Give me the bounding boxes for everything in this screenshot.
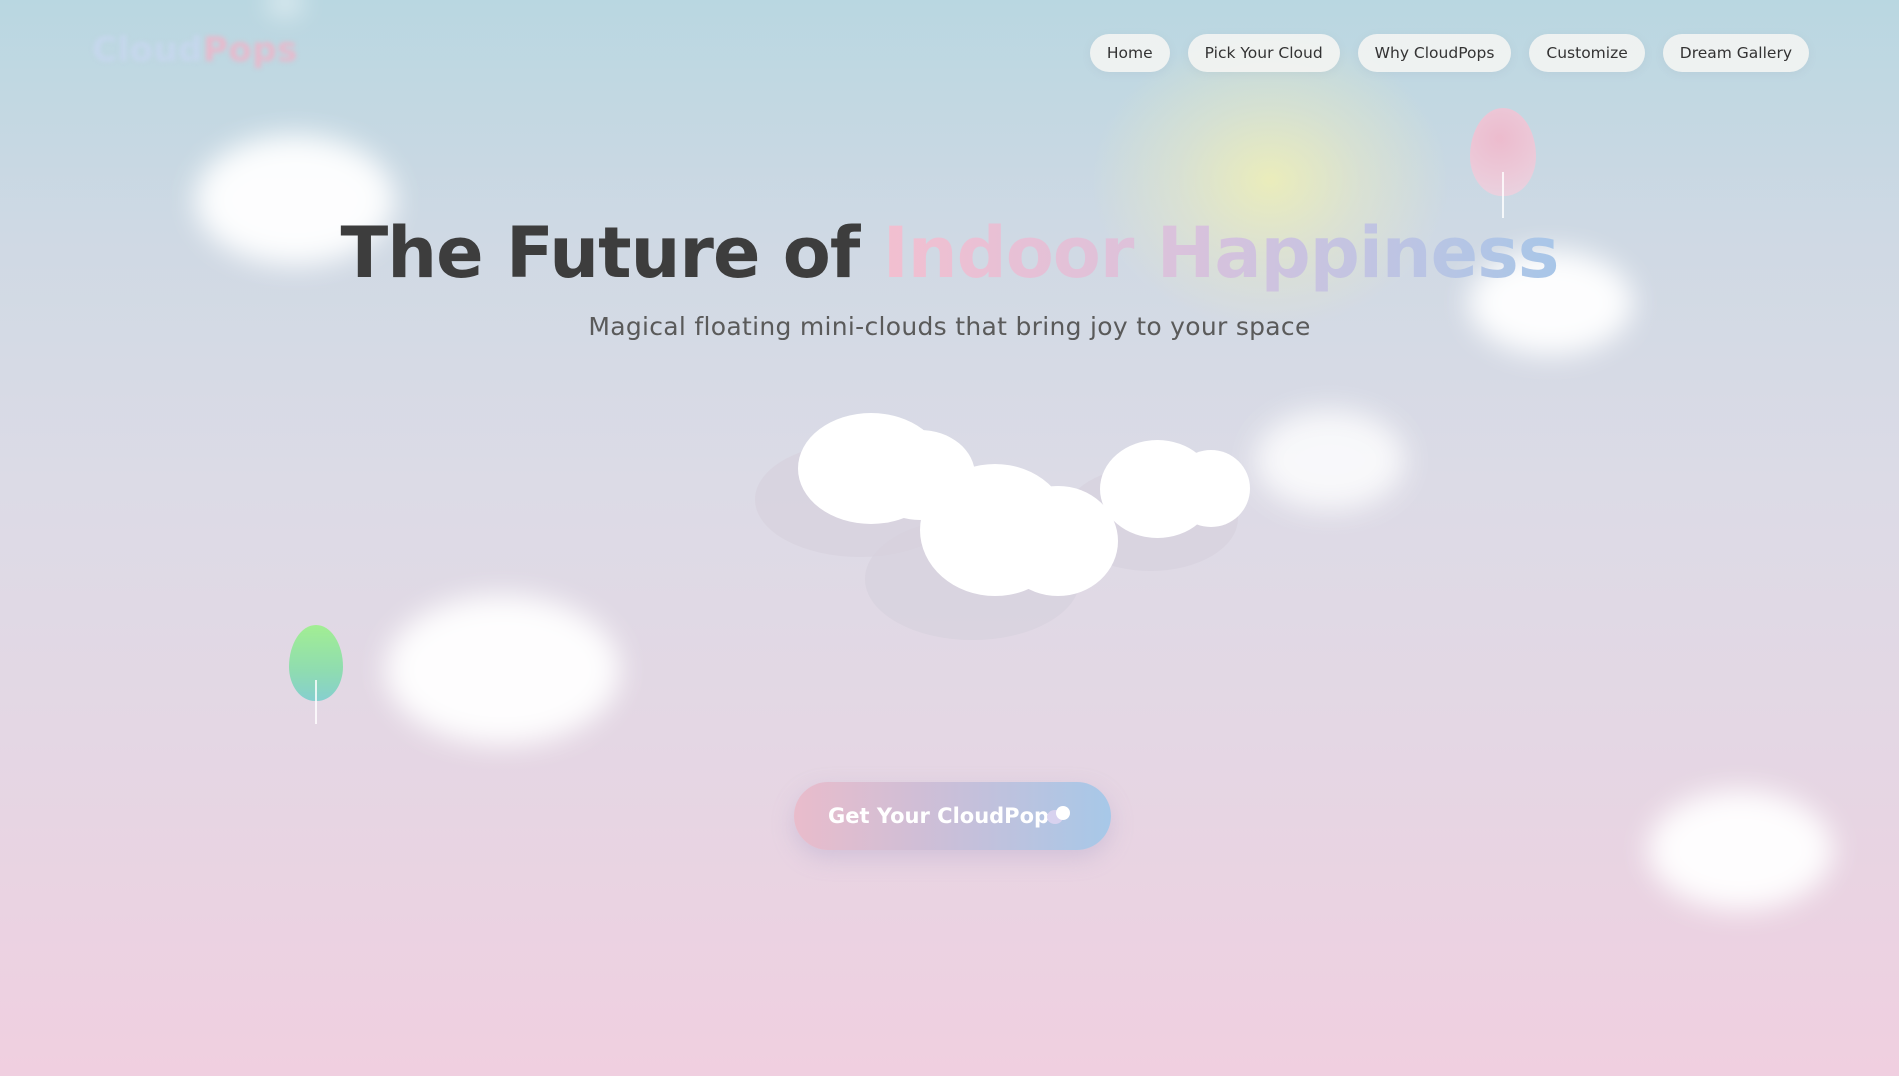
- brand-logo-cloud: Cloud: [92, 30, 204, 70]
- hero-title-highlight: Indoor Happiness: [882, 212, 1560, 294]
- get-your-cloudpop-button[interactable]: Get Your CloudPop: [794, 782, 1111, 850]
- background-cloud: [385, 595, 620, 745]
- brand-logo[interactable]: CloudPops: [92, 30, 298, 70]
- cta-label: Get Your CloudPop: [828, 804, 1050, 828]
- brand-logo-pops: Pops: [203, 30, 298, 70]
- nav-home-link[interactable]: Home: [1089, 34, 1170, 72]
- background-cloud: [1648, 790, 1833, 910]
- nav-pick-your-cloud-link[interactable]: Pick Your Cloud: [1187, 34, 1340, 72]
- nav-why-cloudpops-link[interactable]: Why CloudPops: [1357, 34, 1512, 72]
- background-cloud: [1255, 410, 1405, 510]
- hero-title: The Future of Indoor Happiness: [0, 208, 1899, 298]
- background-cloud: [270, 0, 300, 12]
- hero-subtitle: Magical floating mini-clouds that bring …: [588, 312, 1311, 341]
- hero-cloud-right: [1172, 450, 1250, 527]
- green-balloon-string: [315, 680, 317, 724]
- hero-cloud-center: [998, 486, 1118, 596]
- nav-dream-gallery-link[interactable]: Dream Gallery: [1662, 34, 1809, 72]
- main-nav: Home Pick Your Cloud Why CloudPops Custo…: [1089, 34, 1809, 72]
- hero-title-plain: The Future of: [340, 212, 861, 294]
- cloud-icon: [1047, 806, 1073, 824]
- pink-balloon-string: [1502, 172, 1504, 218]
- nav-customize-link[interactable]: Customize: [1529, 34, 1645, 72]
